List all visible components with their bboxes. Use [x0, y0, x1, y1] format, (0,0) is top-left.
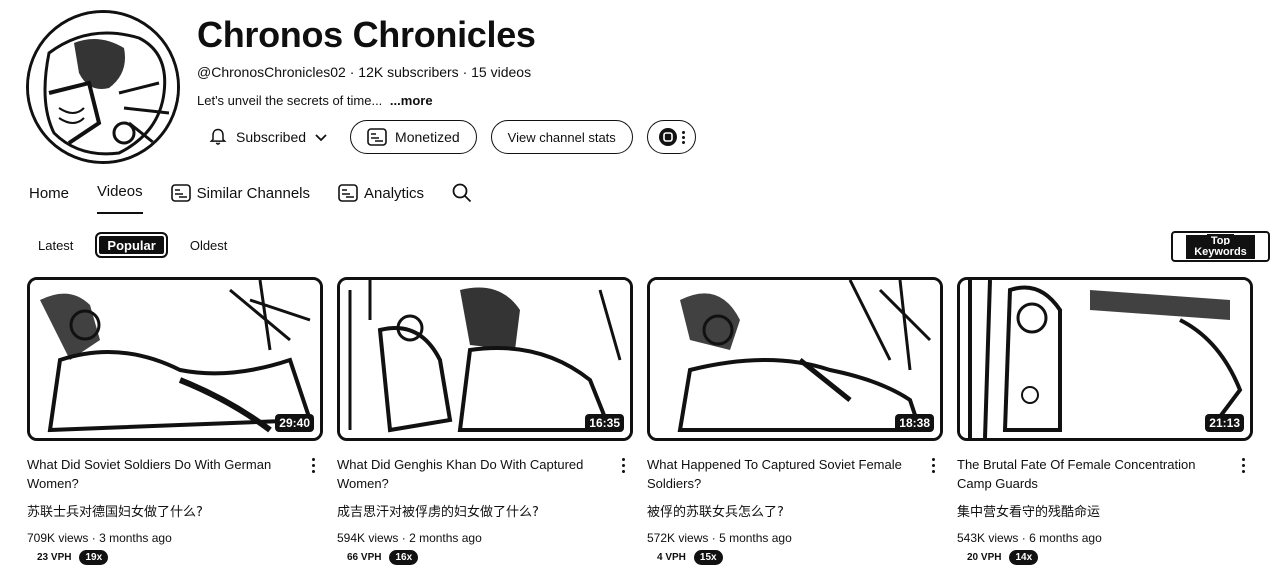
video-duration: 18:38 — [895, 414, 934, 432]
meta-separator: · — [349, 64, 355, 80]
upload-age: 5 months ago — [719, 531, 792, 545]
filter-latest[interactable]: Latest — [28, 232, 83, 258]
meta-separator: · — [401, 531, 406, 545]
view-channel-stats-button[interactable]: View channel stats — [490, 120, 633, 154]
vph-value: 20 VPH — [967, 552, 1002, 563]
tab-label: Similar Channels — [196, 184, 310, 202]
video-stats: 20 VPH 14x — [957, 550, 1253, 565]
video-title[interactable]: What Happened To Captured Soviet Female … — [647, 455, 909, 493]
channel-search-button[interactable] — [452, 182, 472, 204]
tab-label: Home — [29, 184, 70, 202]
tab-similar-channels[interactable]: Similar Channels — [170, 182, 310, 204]
video-card[interactable]: 16:35 What Did Genghis Khan Do With Capt… — [337, 277, 633, 565]
more-options-icon[interactable] — [1235, 455, 1251, 475]
subscriber-count: 12K subscribers — [358, 64, 459, 80]
extension-logo-icon — [338, 184, 358, 202]
monetized-label: Monetized — [395, 129, 460, 145]
video-title[interactable]: What Did Genghis Khan Do With Captured W… — [337, 455, 599, 493]
tab-videos[interactable]: Videos — [97, 182, 143, 214]
video-duration: 16:35 — [585, 414, 624, 432]
sort-filters: Latest Popular Oldest — [28, 232, 237, 258]
avatar-image — [29, 13, 177, 161]
filter-popular[interactable]: Popular — [95, 232, 168, 258]
channel-description[interactable]: Let's unveil the secrets of time... ...m… — [197, 93, 433, 108]
monetized-button[interactable]: Monetized — [350, 120, 477, 154]
top-keywords-line2: Keywords — [1190, 244, 1251, 259]
video-meta: 594K views · 2 months ago — [337, 531, 633, 545]
video-translated-title: 苏联士兵对德国妇女做了什么? — [27, 505, 203, 520]
search-icon — [452, 183, 472, 203]
meta-separator: · — [462, 64, 468, 80]
meta-separator: · — [711, 531, 716, 545]
video-count: 15 videos — [471, 64, 532, 80]
extension-logo-icon — [170, 184, 191, 202]
channel-name: Chronos Chronicles — [197, 14, 536, 55]
tab-label: Analytics — [364, 184, 425, 202]
channel-avatar[interactable] — [26, 10, 180, 164]
description-text: Let's unveil the secrets of time... — [197, 93, 383, 108]
video-stats: 4 VPH 15x — [647, 550, 943, 565]
video-duration: 29:40 — [275, 414, 314, 432]
more-options-icon[interactable] — [305, 455, 321, 475]
upload-age: 6 months ago — [1029, 531, 1102, 545]
video-thumbnail[interactable]: 21:13 — [957, 277, 1253, 441]
outlier-multiplier-badge: 19x — [79, 550, 109, 565]
more-options-icon[interactable] — [615, 455, 631, 475]
subscribed-button[interactable]: Subscribed — [200, 120, 336, 154]
video-duration: 21:13 — [1205, 414, 1244, 432]
view-channel-stats-label: View channel stats — [507, 129, 616, 145]
video-meta: 709K views · 3 months ago — [27, 531, 323, 545]
more-link[interactable]: ...more — [390, 93, 433, 108]
channel-meta: @ChronosChronicles02 · 12K subscribers ·… — [197, 64, 531, 80]
view-count: 543K views — [957, 531, 1019, 545]
outlier-multiplier-badge: 14x — [1009, 550, 1039, 565]
tab-label: Videos — [97, 183, 143, 200]
video-thumbnail[interactable]: 16:35 — [337, 277, 633, 441]
video-translated-title: 被俘的苏联女兵怎么了? — [647, 505, 784, 520]
outlier-multiplier-badge: 15x — [693, 550, 723, 565]
video-title[interactable]: What Did Soviet Soldiers Do With German … — [27, 455, 289, 493]
channel-handle: @ChronosChronicles02 — [197, 64, 346, 80]
top-keywords-button[interactable]: Top Keywords — [1171, 231, 1270, 262]
video-card[interactable]: 21:13 The Brutal Fate Of Female Concentr… — [957, 277, 1253, 565]
outlier-multiplier-badge: 16x — [389, 550, 419, 565]
video-meta: 543K views · 6 months ago — [957, 531, 1253, 545]
more-options-icon[interactable] — [925, 455, 941, 475]
video-title[interactable]: The Brutal Fate Of Female Concentration … — [957, 455, 1219, 493]
video-thumbnail[interactable]: 29:40 — [27, 277, 323, 441]
video-thumbnail[interactable]: 18:38 — [647, 277, 943, 441]
meta-separator: · — [1021, 531, 1026, 545]
view-count: 594K views — [337, 531, 399, 545]
more-options-icon — [681, 130, 685, 144]
extension-menu-button[interactable] — [646, 120, 696, 154]
video-card[interactable]: 18:38 What Happened To Captured Soviet F… — [647, 277, 943, 565]
vph-value: 66 VPH — [347, 552, 382, 563]
tab-analytics[interactable]: Analytics — [338, 182, 424, 204]
video-stats: 23 VPH 19x — [27, 550, 323, 565]
view-count: 709K views — [27, 531, 89, 545]
top-keywords-label: Top Keywords — [1186, 233, 1255, 259]
view-count: 572K views — [647, 531, 709, 545]
bell-icon — [209, 128, 227, 145]
channel-tabs: Home Videos Similar Channels Analytics — [29, 182, 472, 214]
video-meta: 572K views · 5 months ago — [647, 531, 943, 545]
video-stats: 66 VPH 16x — [337, 550, 633, 565]
chevron-down-icon — [315, 134, 327, 142]
vph-value: 4 VPH — [657, 552, 686, 563]
vph-value: 23 VPH — [37, 552, 72, 563]
tab-home[interactable]: Home — [29, 182, 69, 204]
channel-actions: Subscribed Monetized View channel stats — [200, 120, 696, 154]
extension-badge-icon — [658, 128, 677, 146]
subscribed-label: Subscribed — [236, 129, 307, 145]
video-translated-title: 集中营女看守的残酷命运 — [957, 505, 1101, 520]
video-card[interactable]: 29:40 What Did Soviet Soldiers Do With G… — [27, 277, 323, 565]
video-translated-title: 成吉思汗对被俘虏的妇女做了什么? — [337, 505, 539, 520]
filter-oldest[interactable]: Oldest — [180, 232, 238, 258]
extension-logo-icon — [367, 128, 387, 146]
meta-separator: · — [91, 531, 96, 545]
upload-age: 2 months ago — [409, 531, 482, 545]
upload-age: 3 months ago — [99, 531, 172, 545]
